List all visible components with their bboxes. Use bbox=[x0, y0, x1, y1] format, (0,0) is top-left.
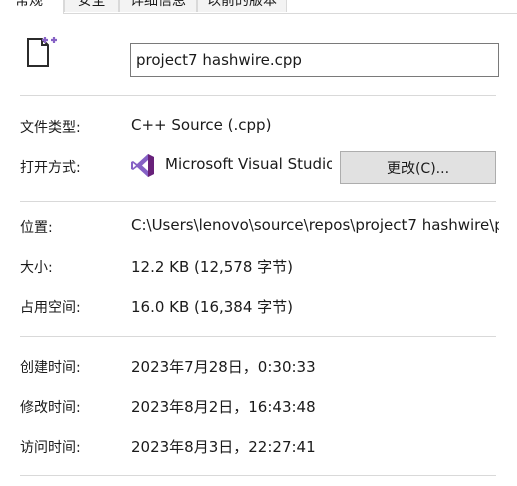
location-label: 位置: bbox=[20, 220, 53, 236]
file-type-label: 文件类型: bbox=[20, 120, 81, 136]
filename-input[interactable] bbox=[130, 43, 499, 77]
size-value: 12.2 KB (12,578 字节) bbox=[131, 258, 294, 276]
tab-strip: 常规 安全 详细信息 以前的版本 bbox=[0, 0, 517, 14]
change-button[interactable]: 更改(C)... bbox=[340, 151, 496, 184]
divider bbox=[20, 475, 496, 476]
file-type-value: C++ Source (.cpp) bbox=[131, 116, 272, 134]
tab-details[interactable]: 详细信息 bbox=[119, 0, 197, 12]
size-on-disk-label: 占用空间: bbox=[20, 300, 81, 316]
tab-previous-versions[interactable]: 以前的版本 bbox=[197, 0, 287, 12]
divider bbox=[20, 336, 496, 337]
size-on-disk-value: 16.0 KB (16,384 字节) bbox=[131, 298, 294, 316]
size-label: 大小: bbox=[20, 260, 53, 276]
divider bbox=[20, 95, 496, 96]
accessed-label: 访问时间: bbox=[20, 440, 81, 456]
created-label: 创建时间: bbox=[20, 360, 81, 376]
tab-general[interactable]: 常规 bbox=[0, 0, 64, 14]
divider bbox=[20, 201, 496, 202]
accessed-value: 2023年8月3日，22:27:41 bbox=[131, 438, 316, 456]
opens-with-label: 打开方式: bbox=[20, 160, 81, 176]
opens-with-app-name: Microsoft Visual Studio bbox=[165, 155, 332, 173]
visual-studio-icon bbox=[130, 153, 155, 178]
modified-label: 修改时间: bbox=[20, 400, 81, 416]
created-value: 2023年7月28日，0:30:33 bbox=[131, 358, 316, 376]
tab-security[interactable]: 安全 bbox=[64, 0, 119, 12]
cpp-source-file-icon bbox=[26, 35, 60, 69]
location-value: C:\Users\lenovo\source\repos\project7 ha… bbox=[131, 216, 499, 234]
modified-value: 2023年8月2日，16:43:48 bbox=[131, 398, 316, 416]
